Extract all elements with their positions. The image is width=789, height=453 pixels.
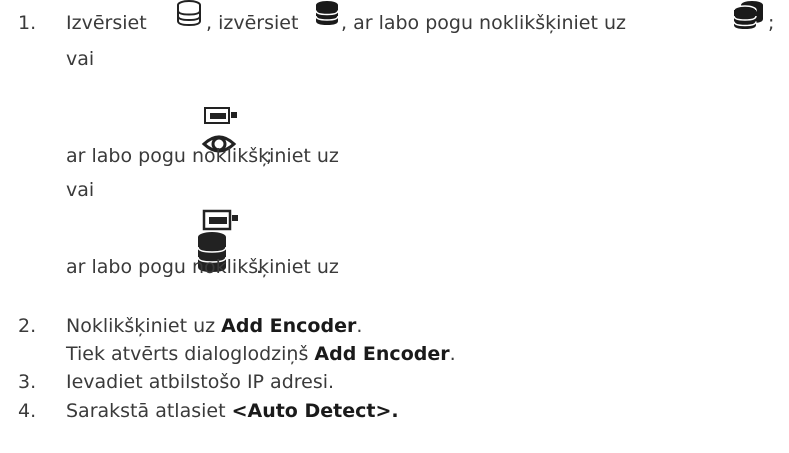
step-4-number: 4. — [18, 400, 37, 422]
step-2-number: 2. — [18, 315, 37, 337]
step-1-line-2: ar labo pogu noklikšķiniet uz — [66, 145, 339, 167]
step-1-period: . — [256, 256, 263, 278]
step-1-number: 1. — [18, 12, 37, 34]
step-2-text: Noklikšķiniet uz Add Encoder. — [66, 314, 362, 338]
step-2-text-post: . — [356, 315, 363, 337]
step-4-text-pre: Sarakstā atlasiet — [66, 400, 232, 422]
add-encoder-dialog-label: Add Encoder — [314, 343, 450, 365]
step-3-number: 3. — [18, 371, 37, 393]
step-3-text: Ievadiet atbilstošo IP adresi. — [66, 371, 335, 393]
database-outline-icon — [175, 0, 203, 26]
step-2-result-pre: Tiek atvērts dialoglodziņš — [66, 343, 315, 365]
step-1-text-expand-2: , izvērsiet — [206, 12, 299, 34]
step-2-text-pre: Noklikšķiniet uz — [66, 315, 222, 337]
database-filled-icon — [313, 0, 341, 26]
step-2-result: Tiek atvērts dialoglodziņš Add Encoder. — [66, 342, 456, 366]
step-1-or-1: vai — [66, 48, 95, 70]
step-1-semicolon: ; — [768, 12, 775, 34]
step-1-text-rightclick: , ar labo pogu noklikšķiniet uz — [341, 12, 626, 34]
step-4-text: Sarakstā atlasiet <Auto Detect>. — [66, 399, 399, 423]
step-1-line-3: ar labo pogu noklikšķiniet uz — [66, 256, 339, 278]
database-pair-icon — [732, 0, 766, 30]
step-1-semicolon-2: ; — [266, 145, 273, 167]
step-1-text-expand: Izvērsiet — [66, 12, 147, 34]
step-1-or-2: vai — [66, 179, 95, 201]
step-2-result-post: . — [449, 343, 456, 365]
add-encoder-label: Add Encoder — [221, 315, 357, 337]
auto-detect-label: <Auto Detect>. — [231, 400, 399, 422]
